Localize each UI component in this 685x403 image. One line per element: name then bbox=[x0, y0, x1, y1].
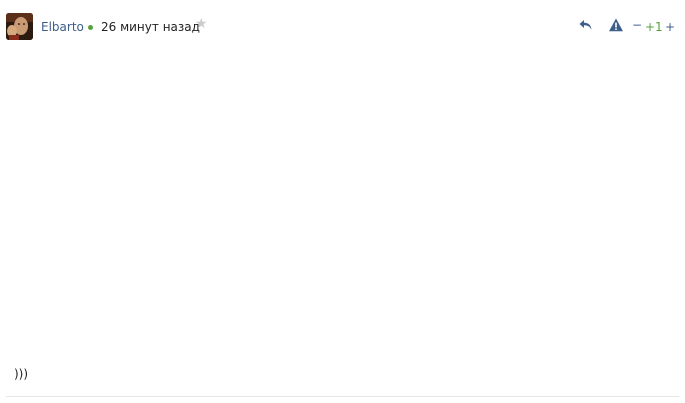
warning-icon[interactable] bbox=[608, 17, 624, 33]
comment-timestamp: 26 минут назад bbox=[101, 20, 200, 34]
comment: Elbarto 26 минут назад ★ − +1 + ))) bbox=[0, 0, 685, 403]
warning-icon-graphic bbox=[609, 18, 623, 32]
avatar-image bbox=[6, 13, 33, 40]
reply-icon[interactable] bbox=[578, 17, 594, 33]
author-link[interactable]: Elbarto bbox=[41, 20, 84, 34]
reply-icon-graphic bbox=[579, 20, 592, 30]
vote-down-button[interactable]: − bbox=[632, 18, 642, 32]
online-dot-icon bbox=[88, 25, 93, 30]
rating-score: +1 bbox=[645, 20, 663, 34]
star-icon[interactable]: ★ bbox=[195, 17, 208, 31]
comment-header: Elbarto 26 минут назад ★ − +1 + bbox=[6, 13, 679, 41]
comment-divider bbox=[6, 396, 679, 397]
comment-body: ))) bbox=[14, 367, 29, 381]
avatar[interactable] bbox=[6, 13, 33, 40]
vote-up-button[interactable]: + bbox=[665, 20, 675, 34]
